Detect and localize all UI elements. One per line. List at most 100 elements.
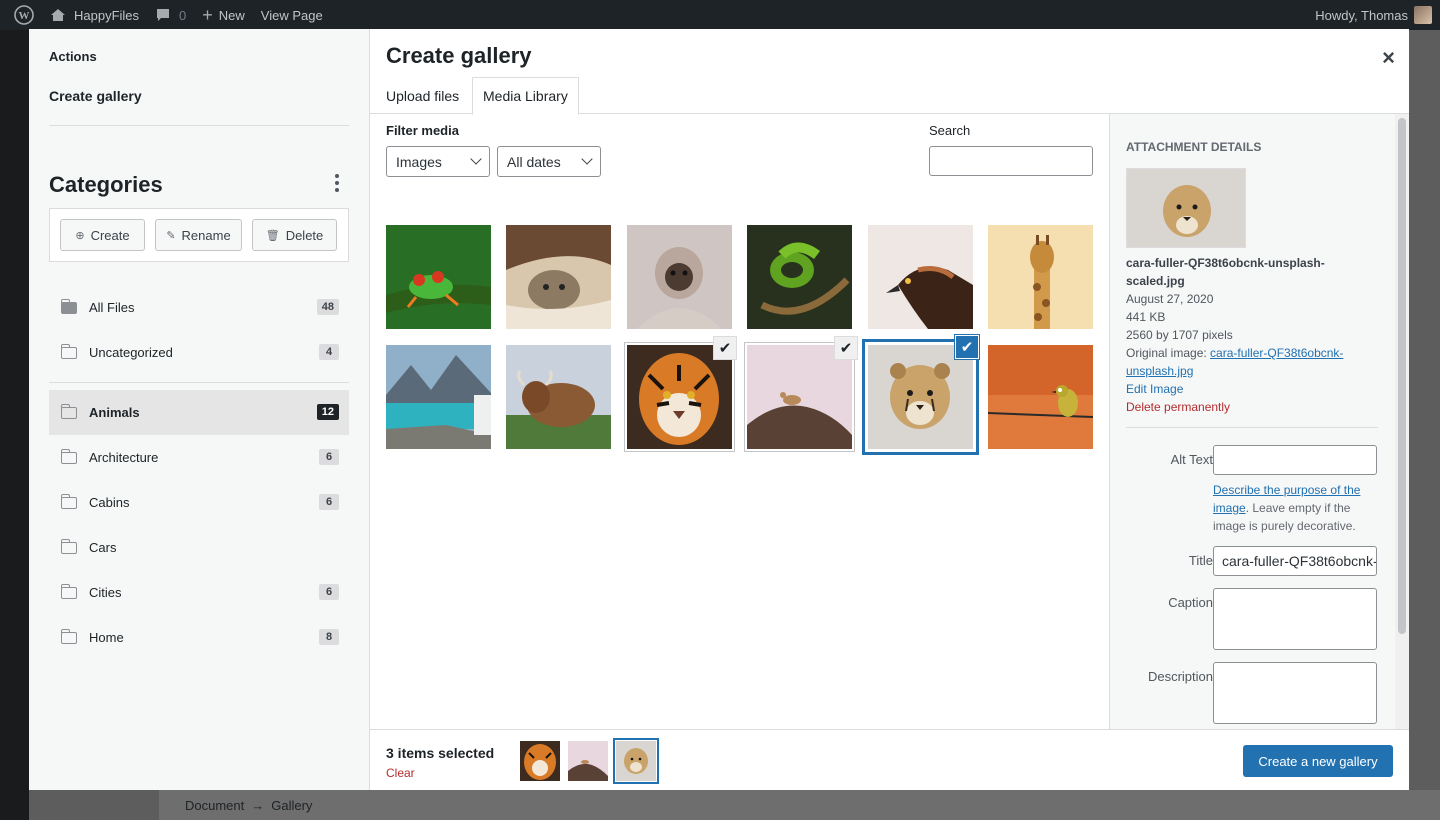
folder-icon	[60, 448, 77, 464]
category-architecture[interactable]: Architecture 6	[49, 435, 349, 480]
modal-title: Create gallery	[386, 43, 532, 68]
category-count: 6	[319, 449, 339, 465]
deselect-leopard-checkmark-icon[interactable]: ✔	[834, 336, 858, 360]
category-cars[interactable]: Cars	[49, 525, 349, 570]
category-uncategorized[interactable]: Uncategorized 4	[49, 330, 349, 375]
attachment-tiger[interactable]	[624, 342, 735, 452]
media-toolbar: 3 items selected Clear Create a new gall…	[370, 729, 1409, 790]
scrollbar-thumb[interactable]	[1398, 118, 1406, 634]
selection-thumb-cheetah[interactable]	[613, 738, 659, 784]
lake-image	[386, 345, 491, 449]
folder-plus-icon	[60, 538, 77, 554]
user-menu[interactable]: Howdy, Thomas	[1315, 6, 1440, 24]
category-list: All Files 48 Uncategorized 4 Animals 12 …	[49, 285, 349, 660]
plus-circle-icon: ⊕	[75, 229, 85, 242]
attachment-details-panel: Attachment Details cara-fuller-QF38t6obc…	[1109, 114, 1409, 729]
router-tabs: Upload files Media Library	[370, 77, 1409, 115]
category-name: Cars	[89, 540, 117, 555]
category-animals[interactable]: Animals 12	[49, 390, 349, 435]
attachment-lake[interactable]	[386, 345, 491, 449]
howdy-text: Howdy, Thomas	[1315, 7, 1408, 23]
pencil-icon: ✎	[166, 229, 176, 242]
attachment-cheetah-cub[interactable]	[862, 339, 979, 455]
description-textarea[interactable]	[1213, 662, 1377, 724]
details-scrollbar[interactable]	[1395, 114, 1409, 729]
date-filter-select[interactable]: All dates	[497, 146, 601, 177]
folder-icon	[60, 403, 77, 419]
plus-icon: +	[202, 4, 213, 25]
deselect-tiger-checkmark-icon[interactable]: ✔	[713, 336, 737, 360]
selection-thumb-tiger[interactable]	[520, 741, 560, 781]
bird-image	[988, 345, 1093, 449]
chevron-down-icon	[470, 153, 482, 165]
attachment-meta: cara-fuller-QF38t6obcnk-unsplash-scaled.…	[1126, 254, 1366, 416]
attachment-date: August 27, 2020	[1126, 292, 1214, 306]
create-new-gallery-button[interactable]: Create a new gallery	[1243, 745, 1393, 777]
create-gallery-menu-item[interactable]: Create gallery	[49, 88, 142, 104]
attachment-snake[interactable]	[747, 225, 852, 329]
caption-textarea[interactable]	[1213, 588, 1377, 650]
more-options-icon[interactable]	[329, 172, 345, 194]
title-input[interactable]: cara-fuller-QF38t6obcnk-unsplash	[1213, 546, 1377, 576]
new-label: New	[218, 7, 245, 23]
home-icon	[42, 0, 74, 30]
cheetah-cub-preview-image	[1127, 169, 1245, 247]
caption-label: Caption	[1168, 595, 1213, 610]
attachment-cat[interactable]	[506, 225, 611, 329]
comment-icon	[157, 9, 170, 21]
attachment-bird[interactable]	[988, 345, 1093, 449]
folder-icon	[60, 493, 77, 509]
filter-media-label: Filter media	[386, 123, 459, 138]
attachment-pug[interactable]	[627, 225, 732, 329]
leopard-mini-image	[568, 741, 608, 781]
comment-count: 0	[179, 7, 187, 23]
actions-heading: Actions	[49, 49, 97, 64]
close-icon[interactable]: ×	[1382, 45, 1395, 71]
attachment-eagle[interactable]	[868, 225, 973, 329]
attachment-dimensions: 2560 by 1707 pixels	[1126, 328, 1233, 342]
date-filter-value: All dates	[507, 153, 561, 170]
admin-sidebar	[0, 30, 29, 820]
delete-permanently-link[interactable]: Delete permanently	[1126, 398, 1366, 416]
alt-text-help: Describe the purpose of the image. Leave…	[1213, 481, 1383, 535]
new-content-link[interactable]: + New	[194, 0, 253, 30]
view-page-link[interactable]: View Page	[253, 0, 331, 30]
rename-label: Rename	[181, 227, 231, 243]
tab-upload-files[interactable]: Upload files	[376, 77, 469, 114]
clear-selection-link[interactable]: Clear	[386, 766, 415, 780]
folder-icon	[60, 583, 77, 599]
category-cabins[interactable]: Cabins 6	[49, 480, 349, 525]
breadcrumb-gallery[interactable]: Gallery	[271, 798, 312, 813]
deselect-cheetah-checkmark-icon[interactable]: ✔	[955, 335, 979, 359]
selection-thumb-leopard[interactable]	[568, 741, 608, 781]
category-all-files[interactable]: All Files 48	[49, 285, 349, 330]
breadcrumb-document[interactable]: Document	[185, 798, 244, 813]
category-actions: ⊕ Create ✎ Rename 🗑 Delete	[49, 208, 349, 262]
attachments-browser: Filter media Images All dates Search ✔ ✔…	[370, 114, 1109, 729]
cheetah-mini-image	[616, 741, 656, 781]
attachment-frog[interactable]	[386, 225, 491, 329]
attachment-highland-cow[interactable]	[506, 345, 611, 449]
attachment-leopard-rock[interactable]	[744, 342, 855, 452]
category-count: 6	[319, 494, 339, 510]
edit-image-link[interactable]: Edit Image	[1126, 380, 1366, 398]
frog-image	[386, 225, 491, 329]
search-input[interactable]	[929, 146, 1093, 176]
comments-link[interactable]: 0	[147, 0, 194, 30]
category-home[interactable]: Home 8	[49, 615, 349, 660]
categories-title: Categories	[49, 172, 163, 197]
media-type-select[interactable]: Images	[386, 146, 490, 177]
wordpress-logo-icon[interactable]: W	[6, 0, 42, 30]
pug-image	[627, 225, 732, 329]
tab-media-library[interactable]: Media Library	[472, 77, 579, 115]
category-name: Animals	[89, 405, 140, 420]
alt-text-input[interactable]	[1213, 445, 1377, 475]
site-name-link[interactable]: HappyFiles	[74, 0, 147, 30]
create-category-button[interactable]: ⊕ Create	[60, 219, 145, 251]
delete-category-button[interactable]: 🗑 Delete	[252, 219, 337, 251]
media-frame: Create gallery × Upload files Media Libr…	[370, 29, 1409, 790]
category-count: 8	[319, 629, 339, 645]
attachment-giraffe[interactable]	[988, 225, 1093, 329]
category-cities[interactable]: Cities 6	[49, 570, 349, 615]
rename-category-button[interactable]: ✎ Rename	[155, 219, 242, 251]
